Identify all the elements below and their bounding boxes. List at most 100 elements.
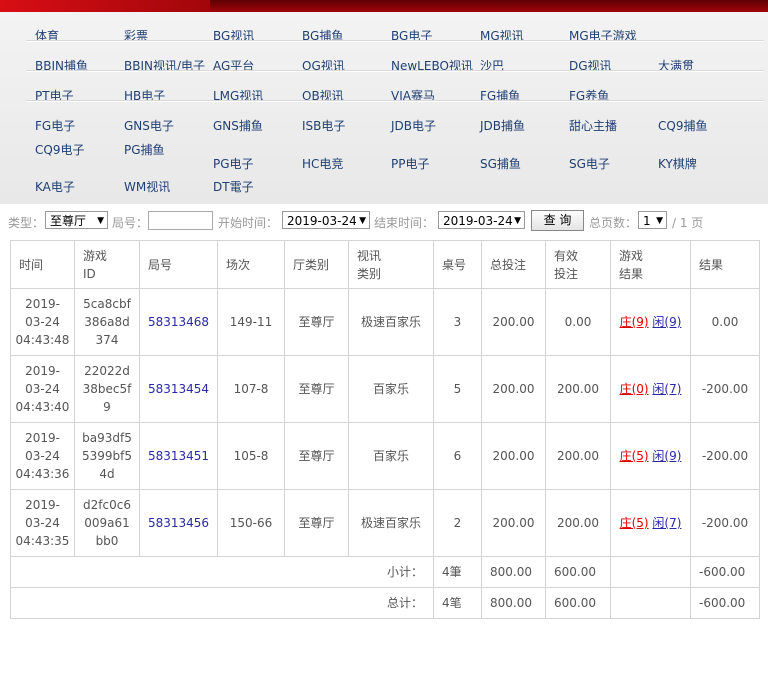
summary-label: 小计：	[10, 556, 434, 588]
cell-hall: 至尊厅	[284, 355, 349, 423]
round-number: 58313454	[147, 382, 210, 396]
summary-total-bet: 800.00	[481, 556, 546, 588]
table-row: 2019- 03-24 04:43:35 d2fc0c6 009a61 bb0 58…	[10, 489, 760, 557]
cell-total-bet: 200.00	[481, 288, 546, 356]
cell-round: 58313454	[139, 355, 218, 423]
cell-result: -200.00	[690, 489, 760, 557]
game-link[interactable]: DT電子	[213, 178, 254, 195]
type-select[interactable]: 至尊厅 ▼	[45, 211, 108, 229]
cell-table-no: 2	[433, 489, 482, 557]
query-button[interactable]: 查 询	[531, 210, 584, 231]
cell-total-bet: 200.00	[481, 489, 546, 557]
cell-video-type: 百家乐	[348, 422, 434, 490]
table-row: 2019- 03-24 04:43:40 22022d 38bec5f 9 5831…	[10, 355, 760, 423]
game-nav-row: PT电子 HB电子 LMG视讯 OB视讯 VIA赛马 FG捕鱼 FG养鱼	[0, 72, 768, 103]
cell-round: 58313451	[139, 422, 218, 490]
game-link[interactable]: KY棋牌	[658, 155, 697, 172]
player-result-link[interactable]: 闲(9)	[652, 315, 681, 329]
cell-video-type: 百家乐	[348, 355, 434, 423]
type-select-value: 至尊厅	[50, 214, 87, 228]
summary-result: -600.00	[690, 556, 760, 588]
page-select[interactable]: 1 ▼	[638, 211, 667, 229]
cell-game-id: 5ca8cbf 386a8d 374	[74, 288, 140, 356]
cell-round: 58313468	[139, 288, 218, 356]
cell-hall: 至尊厅	[284, 489, 349, 557]
game-link[interactable]: PG电子	[213, 155, 254, 172]
total-pages-label: 总页数：	[589, 216, 638, 230]
filter-bar: 类型： 至尊厅 ▼ 局号： 开始时间： 2019-03-24 ▼ 结束时间： 201…	[0, 210, 768, 232]
column-header-session: 场次	[217, 240, 285, 289]
cell-valid-bet: 200.00	[545, 355, 611, 423]
cell-game-id: ba93df5 5399bf5 4d	[74, 422, 140, 490]
cell-round: 58313456	[139, 489, 218, 557]
cell-game-result: 庄(0) 闲(7)	[610, 355, 691, 423]
end-date-select[interactable]: 2019-03-24 ▼	[438, 211, 525, 229]
cell-game-id: 22022d 38bec5f 9	[74, 355, 140, 423]
column-header-round: 局号	[139, 240, 218, 289]
page-select-value: 1	[643, 214, 651, 228]
cell-total-bet: 200.00	[481, 355, 546, 423]
cell-session: 107-8	[217, 355, 285, 423]
cell-table-no: 3	[433, 288, 482, 356]
round-input[interactable]	[148, 211, 213, 230]
column-header-result: 结果	[690, 240, 760, 289]
cell-time: 2019- 03-24 04:43:40	[10, 355, 75, 423]
game-link[interactable]: KA电子	[35, 178, 75, 195]
column-header-time: 时间	[10, 240, 75, 289]
summary-total-bet: 800.00	[481, 587, 546, 619]
summary-valid-bet: 600.00	[545, 587, 611, 619]
table-row: 2019- 03-24 04:43:36 ba93df5 5399bf5 4d 58…	[10, 422, 760, 490]
chevron-down-icon: ▼	[656, 216, 663, 226]
player-result-link[interactable]: 闲(7)	[652, 516, 681, 530]
cell-total-bet: 200.00	[481, 422, 546, 490]
cell-hall: 至尊厅	[284, 422, 349, 490]
round-number: 58313451	[147, 449, 210, 463]
game-link[interactable]: WM视讯	[124, 178, 170, 195]
game-category-bar: 体育 彩票 BG视讯 BG捕鱼 BG电子 MG视讯 MG电子游戏 BBIN捕鱼 BBIN视讯/电…	[0, 12, 768, 204]
game-link[interactable]: HC电竞	[302, 155, 343, 172]
column-header-game-result: 游戏 结果	[610, 240, 691, 289]
game-nav-row: KA电子 WM视讯 DT電子	[0, 172, 768, 202]
start-date-select[interactable]: 2019-03-24 ▼	[282, 211, 370, 229]
column-header-total-bet: 总投注	[481, 240, 546, 289]
start-time-label: 开始时间：	[218, 216, 279, 230]
round-number: 58313468	[147, 315, 210, 329]
cell-session: 149-11	[217, 288, 285, 356]
cell-table-no: 6	[433, 422, 482, 490]
round-number: 58313456	[147, 516, 210, 530]
summary-empty	[610, 587, 691, 619]
game-nav-row: FG电子 GNS电子 GNS捕鱼 ISB电子 JDB电子 JDB捕鱼 甜心主播 CQ9捕鱼	[0, 102, 768, 133]
banker-result-link[interactable]: 庄(5)	[620, 516, 649, 530]
game-link[interactable]: PG捕鱼	[124, 141, 165, 158]
banker-result-link[interactable]: 庄(0)	[620, 382, 649, 396]
summary-label: 总计：	[10, 587, 434, 619]
cell-result: -200.00	[690, 355, 760, 423]
game-nav-row: 体育 彩票 BG视讯 BG捕鱼 BG电子 MG视讯 MG电子游戏	[0, 12, 768, 43]
cell-table-no: 5	[433, 355, 482, 423]
table-row: 2019- 03-24 04:43:48 5ca8cbf 386a8d 374 58…	[10, 288, 760, 356]
player-result-link[interactable]: 闲(7)	[652, 382, 681, 396]
subtotal-row: 小计： 4筆 800.00 600.00 -600.00	[10, 556, 760, 588]
summary-empty	[610, 556, 691, 588]
chevron-down-icon: ▼	[514, 216, 521, 226]
game-link[interactable]: SG捕鱼	[480, 155, 521, 172]
cell-game-id: d2fc0c6 009a61 bb0	[74, 489, 140, 557]
game-link[interactable]: CQ9电子	[35, 141, 84, 158]
summary-count: 4筆	[433, 556, 482, 588]
cell-time: 2019- 03-24 04:43:35	[10, 489, 75, 557]
end-date-value: 2019-03-24	[443, 214, 513, 228]
top-strip-glow	[0, 0, 210, 12]
cell-game-result: 庄(9) 闲(9)	[610, 288, 691, 356]
game-nav-row: CQ9电子 PG捕鱼 PG电子 HC电竞 PP电子 SG捕鱼 SG电子 KY棋牌	[0, 132, 768, 172]
cell-video-type: 极速百家乐	[348, 489, 434, 557]
banker-result-link[interactable]: 庄(9)	[620, 315, 649, 329]
banker-result-link[interactable]: 庄(5)	[620, 449, 649, 463]
cell-game-result: 庄(5) 闲(7)	[610, 489, 691, 557]
column-header-hall-type: 厅类别	[284, 240, 349, 289]
column-header-video-type: 视讯 类别	[348, 240, 434, 289]
player-result-link[interactable]: 闲(9)	[652, 449, 681, 463]
table-blank-area	[10, 632, 759, 676]
game-link[interactable]: PP电子	[391, 155, 429, 172]
game-link[interactable]: SG电子	[569, 155, 610, 172]
cell-time: 2019- 03-24 04:43:48	[10, 288, 75, 356]
